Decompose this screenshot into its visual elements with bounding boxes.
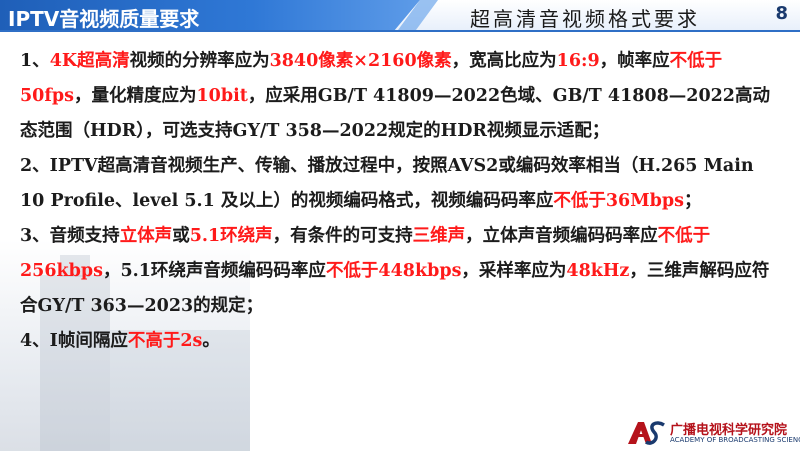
body-text: 视频的分辨率应为 bbox=[129, 51, 270, 71]
as-logo-icon bbox=[628, 421, 665, 445]
institute-name-english: ACADEMY OF BROADCASTING SCIENCE bbox=[670, 436, 800, 444]
header-divider bbox=[0, 30, 800, 32]
body-text: ，5.1环绕声音频编码码率应 bbox=[102, 261, 326, 281]
highlighted-text: 不高于2s bbox=[127, 331, 203, 351]
highlighted-text: 4K超高清 bbox=[49, 51, 130, 71]
body-text: 4、I帧间隔应 bbox=[20, 331, 128, 351]
highlighted-text: 5.1环绕声 bbox=[189, 226, 273, 246]
body-text: ，帧率应 bbox=[599, 51, 670, 71]
highlighted-text: 3840像素×2160像素 bbox=[269, 51, 452, 71]
body-text: 1、 bbox=[20, 51, 50, 71]
body-text: ，有条件的可支持 bbox=[272, 226, 413, 246]
body-text: 。 bbox=[202, 331, 220, 351]
slide-title: IPTV音视频质量要求 bbox=[8, 7, 200, 31]
requirement-item: 2、IPTV超高清音视频生产、传输、播放过程中，按照AVS2或编码效率相当（H.… bbox=[20, 149, 780, 219]
requirements-list: 1、4K超高清视频的分辨率应为3840像素×2160像素，宽高比应为16:9，帧… bbox=[20, 44, 780, 359]
slide-subtitle: 超高清音视频格式要求 bbox=[470, 7, 700, 31]
institute-logo: 广播电视科学研究院 ACADEMY OF BROADCASTING SCIENC… bbox=[626, 418, 800, 448]
slide-header: IPTV音视频质量要求 超高清音视频格式要求 8 bbox=[0, 0, 800, 31]
highlighted-text: 10bit bbox=[196, 86, 248, 106]
page-number: 8 bbox=[775, 3, 788, 24]
body-text: ，采样率应为 bbox=[461, 261, 567, 281]
body-text: ，量化精度应为 bbox=[73, 86, 197, 106]
highlighted-text: 立体声 bbox=[119, 226, 173, 246]
body-text: 3、音频支持 bbox=[20, 226, 120, 246]
highlighted-text: 16:9 bbox=[556, 51, 600, 71]
body-text: ，宽高比应为 bbox=[451, 51, 557, 71]
requirement-item: 1、4K超高清视频的分辨率应为3840像素×2160像素，宽高比应为16:9，帧… bbox=[20, 44, 780, 149]
body-text: ，立体声音频编码码率应 bbox=[465, 226, 658, 246]
requirement-item: 3、音频支持立体声或5.1环绕声，有条件的可支持三维声，立体声音频编码码率应不低… bbox=[20, 219, 780, 324]
highlighted-text: 不低于448kbps bbox=[325, 261, 462, 281]
highlighted-text: 三维声 bbox=[412, 226, 466, 246]
highlighted-text: 48kHz bbox=[566, 261, 630, 281]
body-text: 或 bbox=[172, 226, 190, 246]
body-text: ； bbox=[683, 191, 702, 211]
requirement-item: 4、I帧间隔应不高于2s。 bbox=[20, 324, 780, 359]
highlighted-text: 不低于36Mbps bbox=[553, 191, 684, 211]
